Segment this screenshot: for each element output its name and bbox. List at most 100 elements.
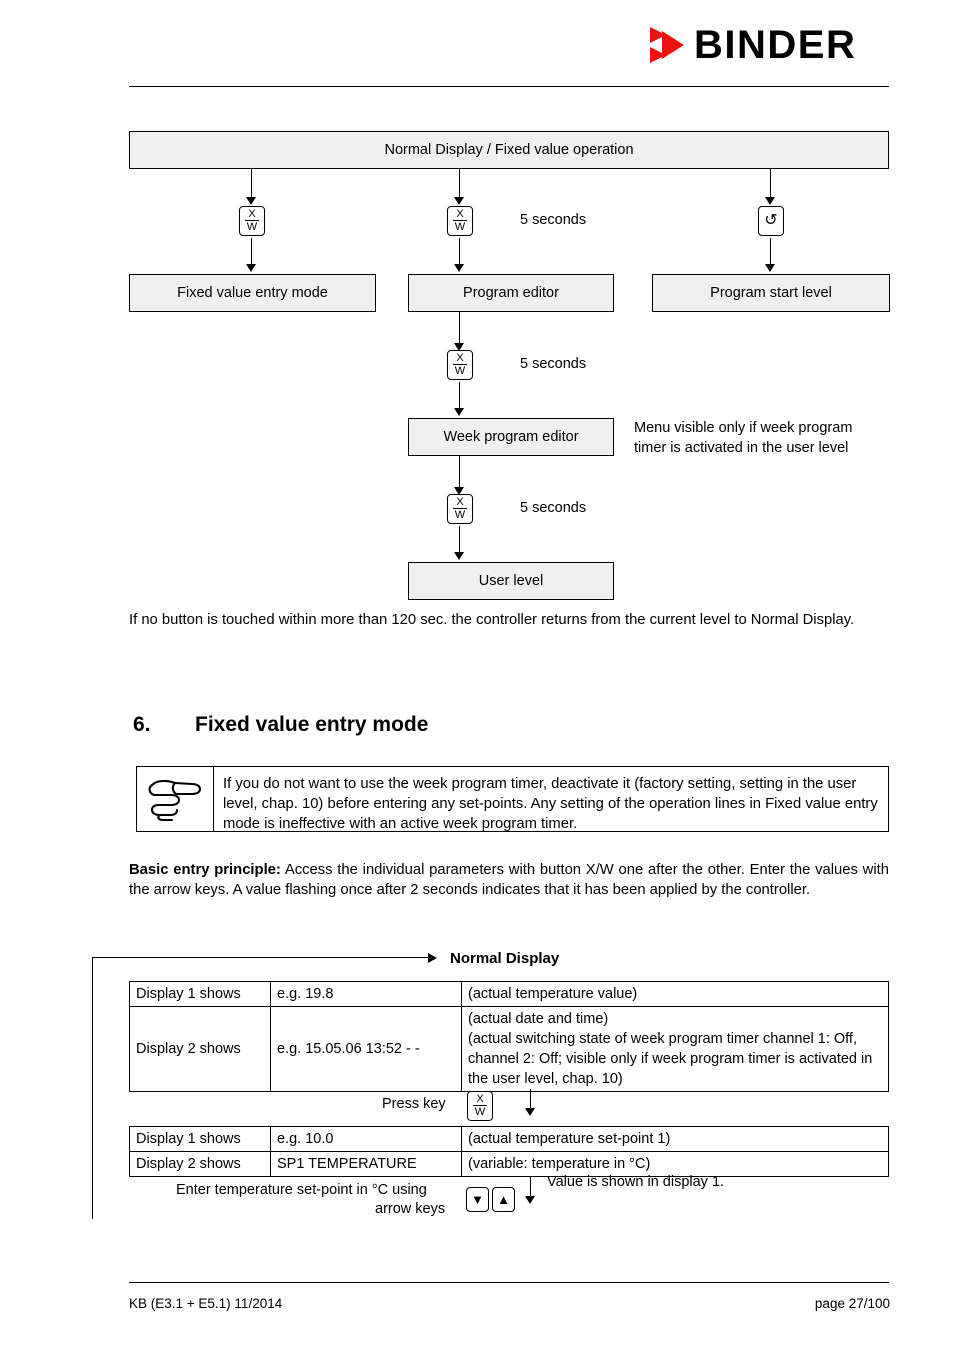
row-description: (variable: temperature in °C) [461,1151,889,1177]
row-description: (actual temperature set-point 1) [461,1126,889,1152]
key-top-label: X [453,497,467,509]
row-label: Display 1 shows [129,981,271,1007]
row-label: Display 2 shows [129,1151,271,1177]
key-bottom-label: W [474,1106,486,1118]
row-value: e.g. 15.05.06 13:52 - - [270,1006,462,1092]
flow-box-fixed-value-entry-mode: Fixed value entry mode [129,274,376,312]
week-program-side-note: Menu visible only if week program timer … [634,420,853,456]
flow-arrowhead-icon [525,1196,535,1204]
flow-connector [770,169,771,199]
xw-key-button-3[interactable]: X W [447,350,473,380]
binder-logo: BINDER [648,22,893,68]
row-label: Display 1 shows [129,1126,271,1152]
flow-connector [459,382,460,410]
flow-arrowhead-icon [454,264,464,272]
flow-arrowhead-icon [525,1108,535,1116]
entry-hint-result: Value is shown in display 1. [547,1174,725,1190]
row-label: Display 2 shows [129,1006,271,1092]
row-value: e.g. 19.8 [270,981,462,1007]
xw-key-button-press[interactable]: X W [467,1091,493,1121]
normal-display-heading: Normal Display [450,950,560,967]
entry-hint-line-2: arrow keys [375,1201,446,1217]
table-row: Display 2 shows SP1 TEMPERATURE (variabl… [129,1151,889,1177]
row-value: SP1 TEMPERATURE [270,1151,462,1177]
timing-label-5-seconds-2: 5 seconds [520,356,587,372]
flow-arrowhead-icon [765,197,775,205]
entry-hint-line-1: Enter temperature set-point in °C using [176,1182,427,1198]
flow-connector [459,169,460,199]
press-key-label: Press key [382,1096,446,1112]
flow-connector [770,238,771,266]
flow-box-label: Normal Display / Fixed value operation [384,142,634,158]
footer-document-id: KB (E3.1 + E5.1) 11/2014 [129,1296,283,1311]
document-page: BINDER Normal Display / Fixed value oper… [0,0,954,1350]
flow-box-label: Program start level [710,285,832,301]
page-title: 6. Fixed value entry mode [133,713,428,737]
xw-key-button-2[interactable]: X W [447,206,473,236]
flow-connector [251,169,252,199]
footer-page-number: page 27/100 [814,1296,890,1311]
basic-entry-paragraph: Basic entry principle: Access the indivi… [129,860,889,900]
section-number: 6. [133,713,151,736]
normal-display-return-arrow-line [92,957,429,958]
key-top-label: X [245,209,259,221]
section-title: Fixed value entry mode [195,713,429,736]
flow-arrowhead-icon [246,264,256,272]
flow-arrowhead-icon [246,197,256,205]
xw-key-button-1[interactable]: X W [239,206,265,236]
flow-connector [459,456,460,490]
flow-connector [459,238,460,266]
note-icon-cell [137,767,214,831]
table-row: Display 1 shows e.g. 10.0 (actual temper… [129,1126,889,1152]
table-row: Display 2 shows e.g. 15.05.06 13:52 - - … [129,1006,889,1092]
normal-display-arrowhead-icon [428,953,437,963]
note-box: If you do not want to use the week progr… [136,766,889,832]
key-bottom-label: W [454,509,466,521]
arrow-down-key-button[interactable]: ▼ [466,1187,489,1212]
flow-box-week-program-editor: Week program editor [408,418,614,456]
row-description: (actual temperature value) [461,981,889,1007]
flow-box-program-start-level: Program start level [652,274,890,312]
flow-box-label: Week program editor [443,429,579,445]
brand-name: BINDER [694,23,857,67]
flow-arrowhead-icon [765,264,775,272]
footer-divider [129,1282,889,1283]
power-icon: ↺ [764,212,778,229]
flow-box-program-editor: Program editor [408,274,614,312]
key-bottom-label: W [246,221,258,233]
flow-box-user-level: User level [408,562,614,600]
flow-connector [459,312,460,346]
flow-box-label: Fixed value entry mode [177,285,328,301]
flow-connector [459,526,460,554]
arrow-down-icon: ▼ [471,1192,484,1207]
normal-display-table: Display 1 shows e.g. 19.8 (actual temper… [129,981,889,1092]
note-text: If you do not want to use the week progr… [223,776,878,832]
row-value: e.g. 10.0 [270,1126,462,1152]
xw-key-button-4[interactable]: X W [447,494,473,524]
header-divider [129,86,889,87]
normal-display-return-line [92,957,93,1219]
flow-arrowhead-icon [454,197,464,205]
flow-arrowhead-icon [454,408,464,416]
pointing-hand-icon [148,779,202,822]
timeout-paragraph: If no button is touched within more than… [129,612,855,628]
flow-box-normal-display: Normal Display / Fixed value operation [129,131,889,169]
table-row: Display 1 shows e.g. 19.8 (actual temper… [129,981,889,1007]
arrow-up-icon: ▲ [497,1192,510,1207]
flow-box-label: User level [478,573,544,589]
power-key-button[interactable]: ↺ [758,206,784,236]
binder-triangles-logo-icon [650,27,684,63]
timing-label-5-seconds-1: 5 seconds [520,212,587,228]
basic-entry-lead: Basic entry principle: [129,862,281,878]
arrow-up-key-button[interactable]: ▲ [492,1187,515,1212]
key-top-label: X [453,209,467,221]
timing-label-5-seconds-3: 5 seconds [520,500,587,516]
flow-connector [251,238,252,266]
flow-arrowhead-icon [454,552,464,560]
flow-box-label: Program editor [463,285,559,301]
key-top-label: X [473,1094,487,1106]
setpoint-table: Display 1 shows e.g. 10.0 (actual temper… [129,1126,889,1177]
row-description: (actual date and time) (actual switching… [461,1006,889,1092]
key-bottom-label: W [454,365,466,377]
key-top-label: X [453,353,467,365]
